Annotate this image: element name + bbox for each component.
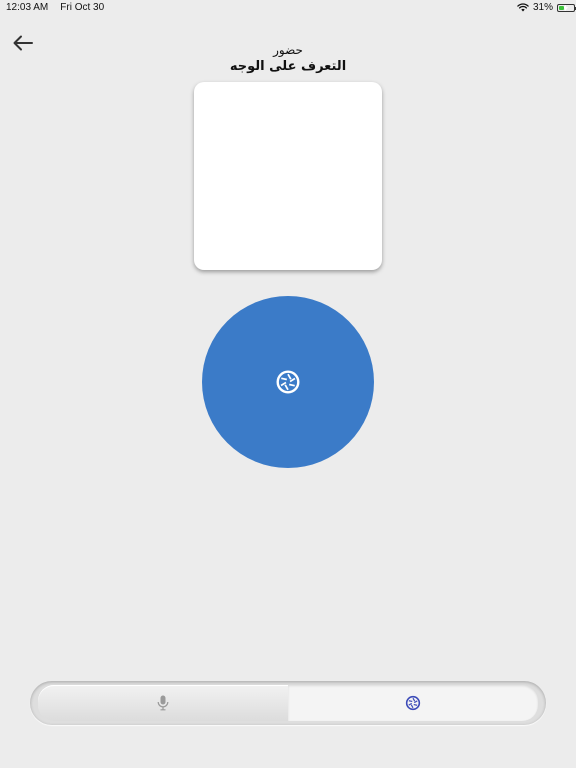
title-block: حضور التعرف على الوجه bbox=[0, 42, 576, 76]
camera-shutter-icon bbox=[276, 370, 300, 394]
battery-icon bbox=[557, 3, 576, 12]
tab-voice[interactable] bbox=[38, 685, 288, 721]
page-title: التعرف على الوجه bbox=[229, 59, 347, 74]
page-subtitle: حضور bbox=[273, 43, 303, 57]
battery-percent: 31% bbox=[532, 2, 553, 13]
tab-face[interactable] bbox=[288, 685, 538, 721]
face-preview bbox=[194, 82, 382, 270]
status-date: Fri Oct 30 bbox=[60, 2, 105, 13]
capture-button[interactable] bbox=[202, 296, 374, 468]
status-right: 31% bbox=[517, 2, 576, 13]
status-time: 12:03 AM bbox=[6, 2, 49, 13]
status-bar: 12:03 AM Fri Oct 30 31% bbox=[0, 0, 576, 16]
camera-shutter-icon bbox=[405, 695, 421, 711]
mode-switcher bbox=[30, 681, 546, 725]
battery-level bbox=[559, 5, 564, 10]
microphone-icon bbox=[157, 695, 169, 711]
status-left: 12:03 AM Fri Oct 30 bbox=[6, 2, 104, 13]
wifi-icon bbox=[517, 3, 529, 12]
